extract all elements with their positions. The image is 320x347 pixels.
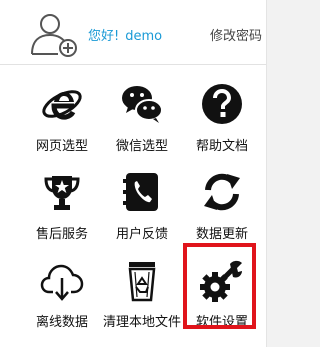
menu-item-after-sales[interactable]: 售后服务	[22, 160, 102, 242]
menu-item-help-docs[interactable]: 帮助文档	[182, 72, 262, 154]
ie-browser-icon	[42, 90, 82, 120]
change-password-link[interactable]: 修改密码	[210, 25, 262, 44]
trophy-icon	[44, 176, 80, 210]
menu-item-clean-local-files[interactable]: 清理本地文件	[102, 248, 182, 330]
cloud-download-icon	[40, 264, 84, 301]
phone-book-icon	[123, 173, 158, 211]
recycle-bin-icon	[128, 262, 156, 302]
menu-item-label: 数据更新	[195, 227, 248, 242]
selection-highlight	[183, 243, 256, 329]
menu-item-web-selection[interactable]: 网页选型	[22, 72, 102, 154]
menu-item-label: 帮助文档	[195, 139, 248, 154]
menu-item-data-update[interactable]: 数据更新	[182, 160, 262, 242]
menu-item-user-feedback[interactable]: 用户反馈	[102, 160, 182, 242]
menu-item-wechat-selection[interactable]: 微信选型	[102, 72, 182, 154]
sync-icon	[204, 173, 240, 211]
greeting-label: 您好!	[88, 29, 120, 44]
wechat-icon	[122, 86, 163, 123]
help-icon	[202, 84, 242, 124]
greeting-text: 您好! demo	[88, 25, 162, 44]
user-header: 您好! demo 修改密码	[0, 0, 266, 65]
username: demo	[125, 29, 163, 44]
menu-panel: 您好! demo 修改密码 网页选型 微信选型 帮助文档 售后服务 用户反馈 数…	[0, 0, 267, 347]
user-avatar-icon[interactable]	[28, 10, 80, 58]
menu-item-offline-data[interactable]: 离线数据	[22, 248, 102, 330]
